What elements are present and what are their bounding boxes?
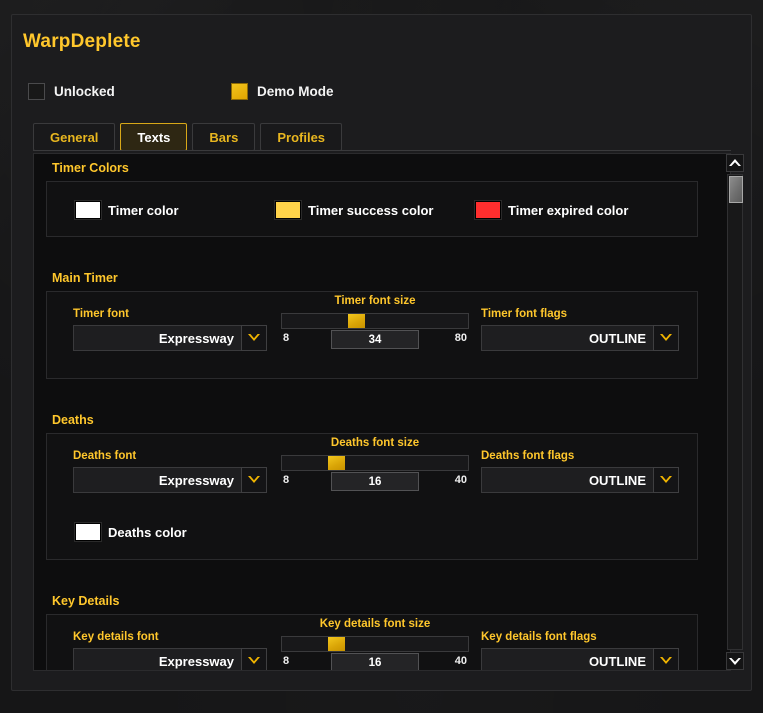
slider-deaths-font-size-max: 40 (454, 474, 467, 486)
label-key-details-font-size: Key details font size (319, 618, 431, 630)
color-picker-timer-success[interactable]: Timer success color (274, 200, 434, 220)
checkbox-unlocked-label: Unlocked (54, 84, 115, 99)
color-swatch-timer-success[interactable] (274, 200, 302, 220)
chevron-down-icon[interactable] (241, 325, 267, 351)
label-timer-font: Timer font (73, 308, 130, 320)
section-key-details: Key Details Key details font Expressway … (34, 587, 710, 670)
global-toggles: Unlocked Demo Mode (12, 83, 751, 105)
settings-scroll-content: Timer Colors Timer color Timer success c… (34, 154, 710, 670)
settings-scroll-frame: Timer Colors Timer color Timer success c… (33, 153, 731, 671)
slider-timer-font-size-max: 80 (454, 332, 467, 344)
label-deaths-font-flags: Deaths font flags (481, 450, 575, 462)
field-deaths-font: Deaths font Expressway (73, 450, 267, 493)
slider-key-details-font-size-track[interactable] (281, 636, 469, 652)
dropdown-timer-font[interactable]: Expressway (73, 325, 267, 351)
dropdown-deaths-font-flags[interactable]: OUTLINE (481, 467, 679, 493)
tab-underline (33, 150, 731, 151)
slider-timer-font-size-track[interactable] (281, 313, 469, 329)
chevron-down-icon[interactable] (653, 467, 679, 493)
chevron-down-icon[interactable] (653, 648, 679, 670)
color-label-timer-expired: Timer expired color (508, 202, 629, 218)
tab-texts[interactable]: Texts (120, 123, 188, 151)
color-swatch-deaths[interactable] (74, 522, 102, 542)
section-key-details-body: Key details font Expressway Key details … (46, 614, 698, 670)
chevron-down-icon[interactable] (653, 325, 679, 351)
label-deaths-font-size: Deaths font size (330, 437, 420, 449)
input-timer-font-size[interactable]: 34 (331, 330, 419, 349)
color-picker-timer-expired[interactable]: Timer expired color (474, 200, 629, 220)
section-timer-colors-body: Timer color Timer success color Timer ex… (46, 181, 698, 237)
section-deaths-body: Deaths font Expressway Deaths font size (46, 433, 698, 560)
chevron-up-icon[interactable] (726, 154, 744, 172)
dropdown-key-details-font[interactable]: Expressway (73, 648, 267, 670)
checkbox-unlocked-box[interactable] (28, 83, 45, 100)
tab-profiles[interactable]: Profiles (260, 123, 343, 151)
tab-bar: General Texts Bars Profiles (33, 123, 343, 151)
section-main-timer-title: Main Timer (52, 271, 118, 285)
tab-bars[interactable]: Bars (192, 123, 256, 151)
color-swatch-timer-expired[interactable] (474, 200, 502, 220)
color-label-timer-success: Timer success color (308, 202, 434, 218)
section-main-timer: Main Timer Timer font Expressway Timer f… (34, 264, 710, 379)
color-swatch-timer[interactable] (74, 200, 102, 220)
field-deaths-font-size: Deaths font size 8 40 16 (281, 437, 469, 497)
field-timer-font-size: Timer font size 8 80 34 (281, 295, 469, 355)
field-timer-font: Timer font Expressway (73, 308, 267, 351)
chevron-down-icon[interactable] (241, 648, 267, 670)
field-timer-font-flags: Timer font flags OUTLINE (481, 308, 679, 351)
section-timer-colors-title: Timer Colors (52, 161, 129, 175)
color-label-timer: Timer color (108, 202, 179, 218)
label-key-details-font-flags: Key details font flags (481, 631, 597, 643)
dropdown-deaths-font[interactable]: Expressway (73, 467, 267, 493)
label-deaths-font: Deaths font (73, 450, 137, 462)
dropdown-key-details-font-flags[interactable]: OUTLINE (481, 648, 679, 670)
slider-deaths-font-size-thumb[interactable] (328, 456, 345, 470)
field-key-details-font-size: Key details font size 8 40 16 (281, 618, 469, 670)
color-picker-deaths[interactable]: Deaths color (74, 522, 187, 542)
section-main-timer-body: Timer font Expressway Timer font size 8 … (46, 291, 698, 379)
label-timer-font-size: Timer font size (334, 295, 416, 307)
scrollbar-track[interactable] (727, 174, 743, 650)
label-timer-font-flags: Timer font flags (481, 308, 568, 320)
checkbox-demo-mode[interactable]: Demo Mode (231, 83, 334, 100)
slider-key-details-font-size-max: 40 (454, 655, 467, 667)
window-title: WarpDeplete (23, 31, 141, 52)
chevron-down-icon[interactable] (241, 467, 267, 493)
input-key-details-font-size[interactable]: 16 (331, 653, 419, 670)
slider-timer-font-size-min: 8 (283, 332, 290, 344)
field-key-details-font: Key details font Expressway (73, 631, 267, 670)
checkbox-demo-mode-box[interactable] (231, 83, 248, 100)
slider-deaths-font-size-min: 8 (283, 474, 290, 486)
checkbox-demo-mode-label: Demo Mode (257, 84, 334, 99)
field-deaths-font-flags: Deaths font flags OUTLINE (481, 450, 679, 493)
checkbox-unlocked[interactable]: Unlocked (28, 83, 115, 100)
section-deaths-title: Deaths (52, 413, 94, 427)
section-key-details-title: Key Details (52, 594, 120, 608)
input-deaths-font-size[interactable]: 16 (331, 472, 419, 491)
slider-key-details-font-size-thumb[interactable] (328, 637, 345, 651)
section-timer-colors: Timer Colors Timer color Timer success c… (34, 154, 710, 237)
settings-scrollbar[interactable] (725, 153, 745, 671)
color-picker-timer[interactable]: Timer color (74, 200, 179, 220)
tab-general[interactable]: General (33, 123, 116, 151)
scrollbar-thumb[interactable] (729, 176, 743, 203)
dropdown-timer-font-flags[interactable]: OUTLINE (481, 325, 679, 351)
section-deaths: Deaths Deaths font Expressway Deaths fon… (34, 406, 710, 560)
warpdeplete-config-window: WarpDeplete Unlocked Demo Mode General T… (11, 14, 752, 691)
field-key-details-font-flags: Key details font flags OUTLINE (481, 631, 679, 670)
slider-deaths-font-size-track[interactable] (281, 455, 469, 471)
color-label-deaths: Deaths color (108, 524, 187, 540)
chevron-down-icon[interactable] (726, 652, 744, 670)
slider-key-details-font-size-min: 8 (283, 655, 290, 667)
label-key-details-font: Key details font (73, 631, 159, 643)
slider-timer-font-size-thumb[interactable] (348, 314, 365, 328)
